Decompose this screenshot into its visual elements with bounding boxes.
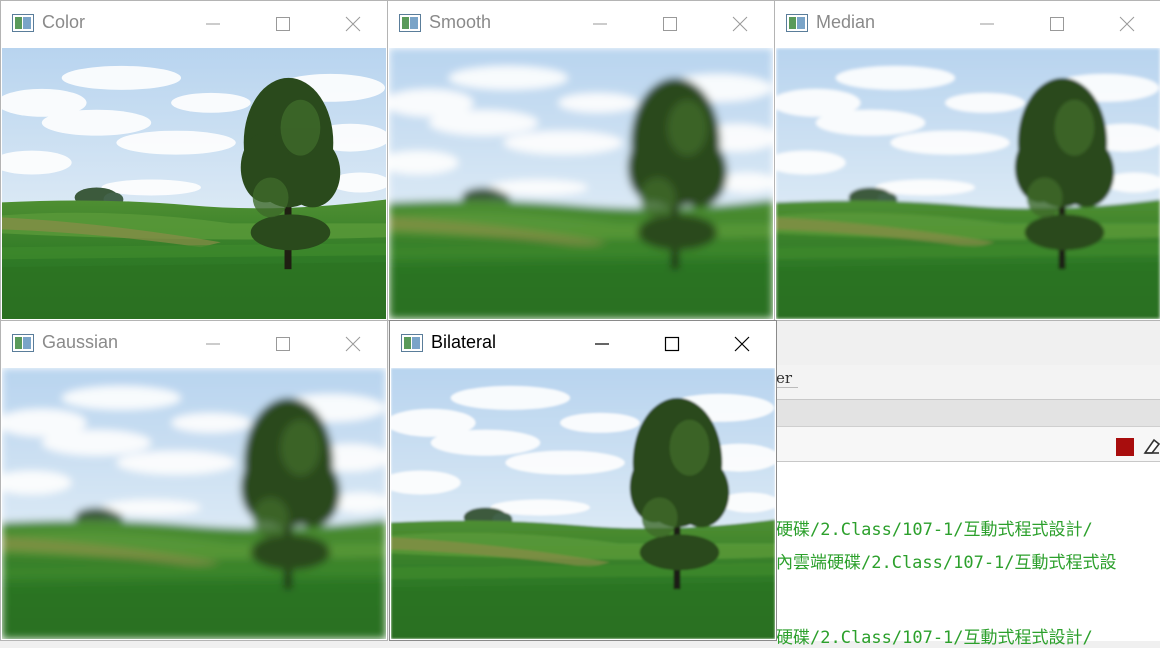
maximize-icon[interactable] xyxy=(663,335,681,353)
gaussian-window: Gaussian xyxy=(0,320,388,641)
clear-console-icon[interactable] xyxy=(1143,436,1160,456)
window-titlebar[interactable]: Bilateral xyxy=(390,321,776,367)
window-title: Gaussian xyxy=(42,332,119,352)
ide-panel: er 硬碟/2.Class/107-1/互動式程式設計/ 內雲端硬碟/2.Cla… xyxy=(770,365,1160,648)
console-line: 硬碟/2.Class/107-1/互動式程式設計/ xyxy=(776,520,1093,540)
image-view xyxy=(2,48,386,319)
maximize-icon[interactable] xyxy=(274,335,292,353)
minimize-icon[interactable] xyxy=(978,15,996,33)
window-titlebar[interactable]: Median xyxy=(775,1,1160,47)
console-header xyxy=(770,400,1160,427)
median-window: Median xyxy=(774,0,1160,321)
window-titlebar[interactable]: Gaussian xyxy=(1,321,387,367)
window-title: Bilateral xyxy=(431,332,497,352)
console-toolbar xyxy=(770,427,1160,462)
minimize-icon[interactable] xyxy=(591,15,609,33)
minimize-icon[interactable] xyxy=(204,15,222,33)
window-titlebar[interactable]: Color xyxy=(1,1,387,47)
minimize-icon[interactable] xyxy=(593,335,611,353)
maximize-icon[interactable] xyxy=(1048,15,1066,33)
image-view xyxy=(2,368,386,639)
window-title: Smooth xyxy=(429,12,492,32)
editor-tab-strip: er xyxy=(770,365,1160,400)
close-icon[interactable] xyxy=(344,335,362,353)
opencv-window-icon xyxy=(401,334,423,352)
bilateral-window: Bilateral xyxy=(389,320,777,641)
image-view xyxy=(391,368,775,639)
minimize-icon[interactable] xyxy=(204,335,222,353)
opencv-window-icon xyxy=(12,14,34,32)
console-line: 內雲端硬碟/2.Class/107-1/互動式程式設 xyxy=(776,553,1117,573)
close-icon[interactable] xyxy=(731,15,749,33)
close-icon[interactable] xyxy=(344,15,362,33)
window-title: Color xyxy=(42,12,86,32)
maximize-icon[interactable] xyxy=(661,15,679,33)
window-title: Median xyxy=(816,12,876,32)
maximize-icon[interactable] xyxy=(274,15,292,33)
console-line: 硬碟/2.Class/107-1/互動式程式設計/ xyxy=(776,628,1093,648)
close-icon[interactable] xyxy=(1118,15,1136,33)
stop-icon[interactable] xyxy=(1116,438,1134,456)
console-output: 硬碟/2.Class/107-1/互動式程式設計/ 內雲端硬碟/2.Class/… xyxy=(770,462,1160,648)
window-titlebar[interactable]: Smooth xyxy=(388,1,774,47)
close-icon[interactable] xyxy=(733,335,751,353)
opencv-window-icon xyxy=(12,334,34,352)
opencv-window-icon xyxy=(399,14,421,32)
image-view xyxy=(776,48,1160,319)
smooth-window: Smooth xyxy=(387,0,775,321)
color-window: Color xyxy=(0,0,388,321)
opencv-window-icon xyxy=(786,14,808,32)
image-view xyxy=(389,48,773,319)
